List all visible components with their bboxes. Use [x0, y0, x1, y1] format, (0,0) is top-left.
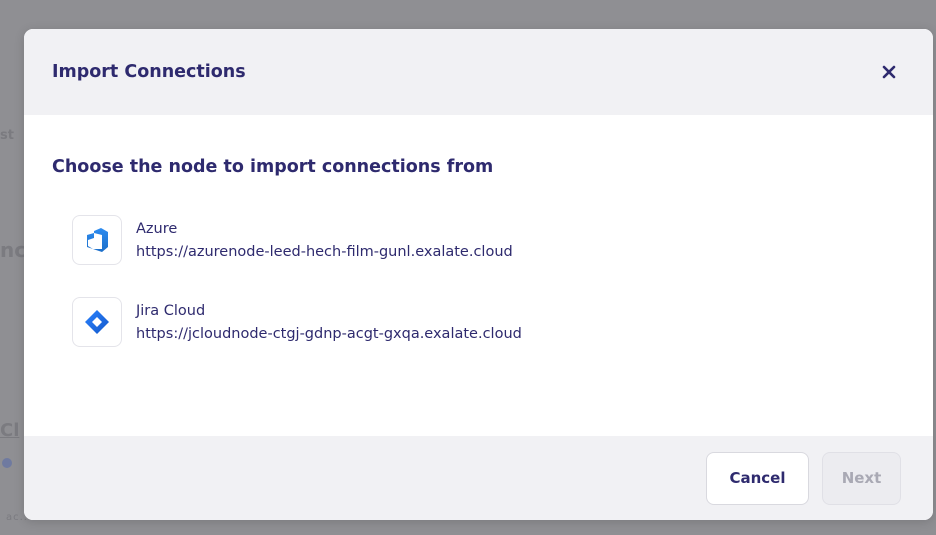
dialog-footer: Cancel Next	[24, 436, 933, 520]
node-text: Jira Cloud https://jcloudnode-ctgj-gdnp-…	[136, 303, 522, 342]
background-text-fragment: st	[0, 128, 14, 143]
node-name: Jira Cloud	[136, 302, 206, 319]
jira-icon	[85, 310, 109, 334]
background-text-fragment: nc	[0, 238, 27, 262]
dialog-body: Choose the node to import connections fr…	[24, 115, 933, 436]
close-button[interactable]	[879, 62, 899, 82]
node-logo	[72, 297, 122, 347]
import-connections-dialog: Import Connections Choose the node to im…	[24, 29, 933, 520]
cancel-button[interactable]: Cancel	[706, 451, 809, 505]
background-dot	[2, 458, 12, 468]
azure-devops-icon	[87, 228, 108, 252]
background-text-fragment: Cl	[0, 420, 20, 441]
node-name: Azure	[136, 220, 178, 237]
dialog-title: Import Connections	[52, 62, 246, 82]
dialog-header: Import Connections	[24, 29, 933, 115]
close-icon	[882, 65, 896, 79]
node-logo	[72, 215, 122, 265]
node-url: https://azurenode-leed-hech-film-gunl.ex…	[136, 243, 513, 260]
node-option-jira-cloud[interactable]: Jira Cloud https://jcloudnode-ctgj-gdnp-…	[52, 281, 905, 363]
node-option-azure[interactable]: Azure https://azurenode-leed-hech-film-g…	[52, 199, 905, 281]
section-title: Choose the node to import connections fr…	[52, 157, 494, 177]
next-button[interactable]: Next	[822, 451, 901, 505]
node-url: https://jcloudnode-ctgj-gdnp-acgt-gxqa.e…	[136, 325, 522, 342]
node-text: Azure https://azurenode-leed-hech-film-g…	[136, 221, 513, 260]
